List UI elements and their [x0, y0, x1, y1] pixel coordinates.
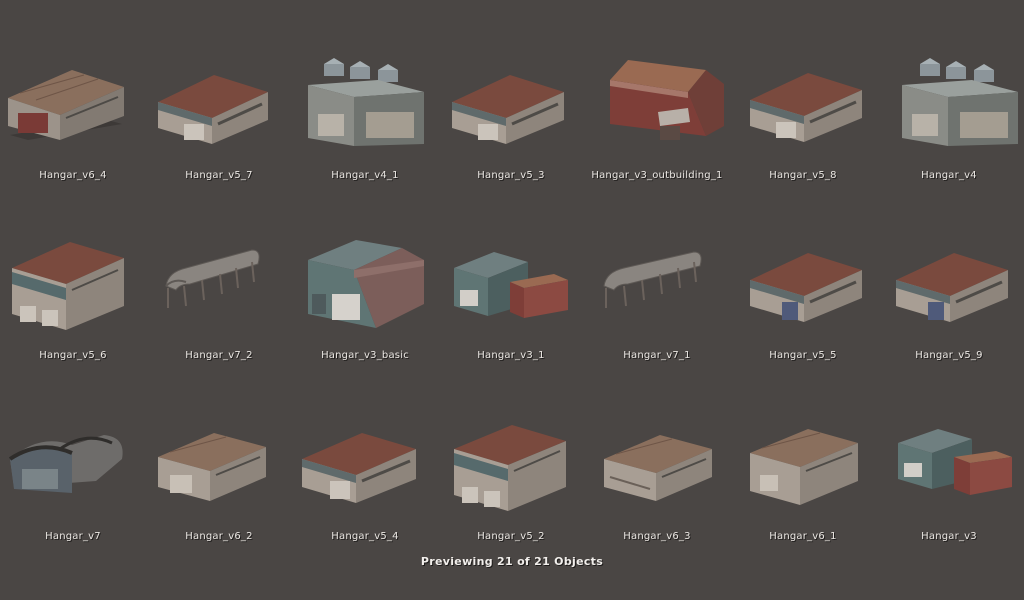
object-tile-hangar-v5-3[interactable]: Hangar_v5_3	[438, 40, 584, 190]
preview-count-status: Previewing 21 of 21 Objects	[420, 555, 604, 568]
object-tile-hangar-v7-1[interactable]: Hangar_v7_1	[584, 220, 730, 370]
object-tile-hangar-v4-1[interactable]: Hangar_v4_1	[292, 40, 438, 190]
object-name-label: Hangar_v7_1	[623, 350, 691, 361]
object-name-label: Hangar_v6_3	[623, 531, 691, 542]
hangar-two-storey-icon	[438, 401, 584, 521]
hangar-quonset-icon	[0, 401, 146, 521]
object-tile-hangar-v3-basic[interactable]: Hangar_v3_basic	[292, 220, 438, 370]
object-tile-hangar-v5-7[interactable]: Hangar_v5_7	[146, 40, 292, 190]
object-preview-grid: Hangar_v6_4 Hangar_v5_7 Hangar_v4_1 Hang…	[0, 0, 1024, 550]
hangar-gable-icon	[730, 220, 876, 340]
object-name-label: Hangar_v4_1	[331, 170, 399, 181]
object-tile-hangar-v5-2[interactable]: Hangar_v5_2	[438, 401, 584, 551]
object-tile-hangar-v7-2[interactable]: Hangar_v7_2	[146, 220, 292, 370]
hangar-long-icon	[146, 401, 292, 521]
hangar-roof-units-icon	[876, 40, 1022, 160]
object-tile-hangar-v3-outbuilding-1[interactable]: Hangar_v3_outbuilding_1	[584, 40, 730, 190]
object-tile-hangar-v4[interactable]: Hangar_v4	[876, 40, 1022, 190]
object-tile-hangar-v6-1[interactable]: Hangar_v6_1	[730, 401, 876, 551]
object-name-label: Hangar_v7	[45, 531, 101, 542]
object-tile-hangar-v7[interactable]: Hangar_v7	[0, 401, 146, 551]
object-name-label: Hangar_v5_6	[39, 350, 107, 361]
hangar-frame-icon	[146, 220, 292, 340]
hangar-gable-icon	[876, 220, 1022, 340]
hangar-teal-gable-icon	[292, 220, 438, 340]
object-name-label: Hangar_v5_9	[915, 350, 983, 361]
object-tile-hangar-v3[interactable]: Hangar_v3	[876, 401, 1022, 551]
hangar-long-icon	[730, 401, 876, 521]
hangar-gable-icon	[730, 40, 876, 160]
object-tile-hangar-v5-8[interactable]: Hangar_v5_8	[730, 40, 876, 190]
object-tile-hangar-v6-4[interactable]: Hangar_v6_4	[0, 40, 146, 190]
hangar-gable-icon	[146, 40, 292, 160]
object-name-label: Hangar_v3_outbuilding_1	[591, 170, 723, 181]
object-tile-hangar-v5-9[interactable]: Hangar_v5_9	[876, 220, 1022, 370]
hangar-frame-icon	[584, 220, 730, 340]
hangar-gable-icon	[438, 40, 584, 160]
object-name-label: Hangar_v5_3	[477, 170, 545, 181]
hangar-twin-shed-icon	[438, 220, 584, 340]
object-name-label: Hangar_v5_4	[331, 531, 399, 542]
object-name-label: Hangar_v3_1	[477, 350, 545, 361]
object-name-label: Hangar_v3	[921, 531, 977, 542]
object-tile-hangar-v5-4[interactable]: Hangar_v5_4	[292, 401, 438, 551]
hangar-red-shed-icon	[584, 40, 730, 160]
object-tile-hangar-v6-2[interactable]: Hangar_v6_2	[146, 401, 292, 551]
object-name-label: Hangar_v5_5	[769, 350, 837, 361]
object-tile-hangar-v5-6[interactable]: Hangar_v5_6	[0, 220, 146, 370]
object-name-label: Hangar_v6_4	[39, 170, 107, 181]
hangar-two-storey-icon	[0, 220, 146, 340]
object-name-label: Hangar_v7_2	[185, 350, 253, 361]
object-name-label: Hangar_v6_1	[769, 531, 837, 542]
object-name-label: Hangar_v5_8	[769, 170, 837, 181]
object-tile-hangar-v6-3[interactable]: Hangar_v6_3	[584, 401, 730, 551]
hangar-long-icon	[584, 401, 730, 521]
object-tile-hangar-v5-5[interactable]: Hangar_v5_5	[730, 220, 876, 370]
hangar-long-icon	[0, 40, 146, 160]
object-name-label: Hangar_v5_2	[477, 531, 545, 542]
hangar-gable-icon	[292, 401, 438, 521]
object-name-label: Hangar_v4	[921, 170, 977, 181]
hangar-twin-shed-icon	[876, 401, 1022, 521]
hangar-roof-units-icon	[292, 40, 438, 160]
object-name-label: Hangar_v3_basic	[321, 350, 409, 361]
object-name-label: Hangar_v6_2	[185, 531, 253, 542]
object-tile-hangar-v3-1[interactable]: Hangar_v3_1	[438, 220, 584, 370]
object-name-label: Hangar_v5_7	[185, 170, 253, 181]
